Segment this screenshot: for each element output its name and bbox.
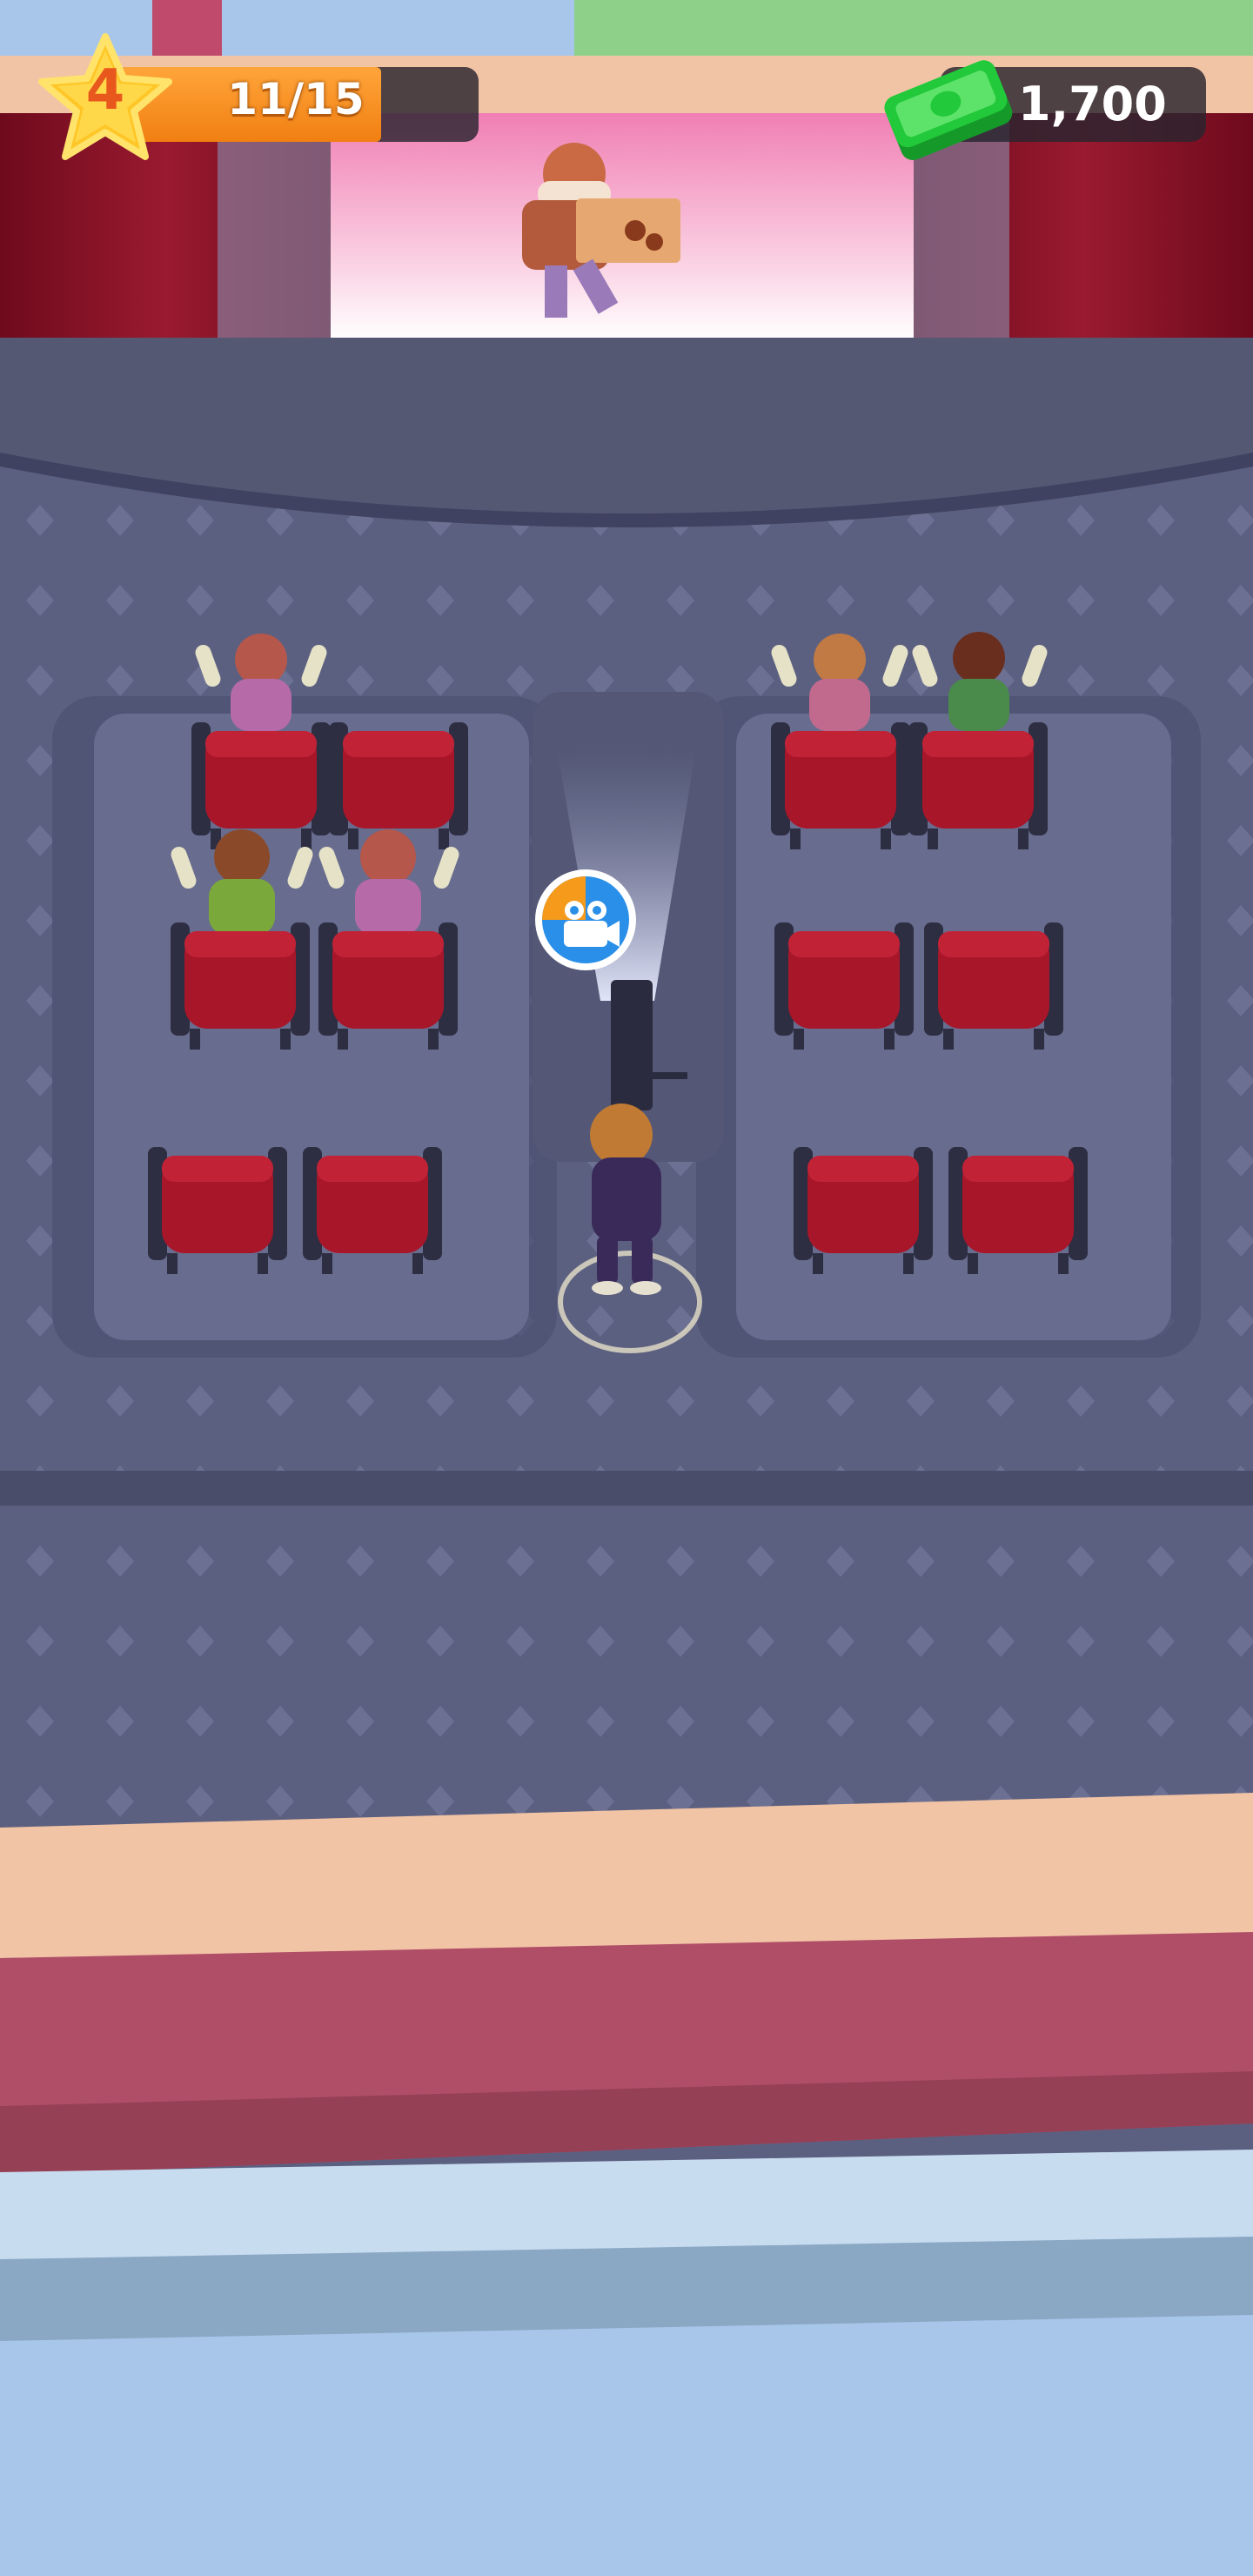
game-scene — [0, 0, 1253, 2576]
level-number: 4 — [85, 58, 125, 123]
cash-stack-icon — [884, 60, 1013, 161]
movie-camera-icon[interactable] — [533, 867, 639, 973]
cash-amount: 1,700 — [1018, 77, 1167, 131]
xp-progress-text: 11/15 — [227, 74, 365, 124]
